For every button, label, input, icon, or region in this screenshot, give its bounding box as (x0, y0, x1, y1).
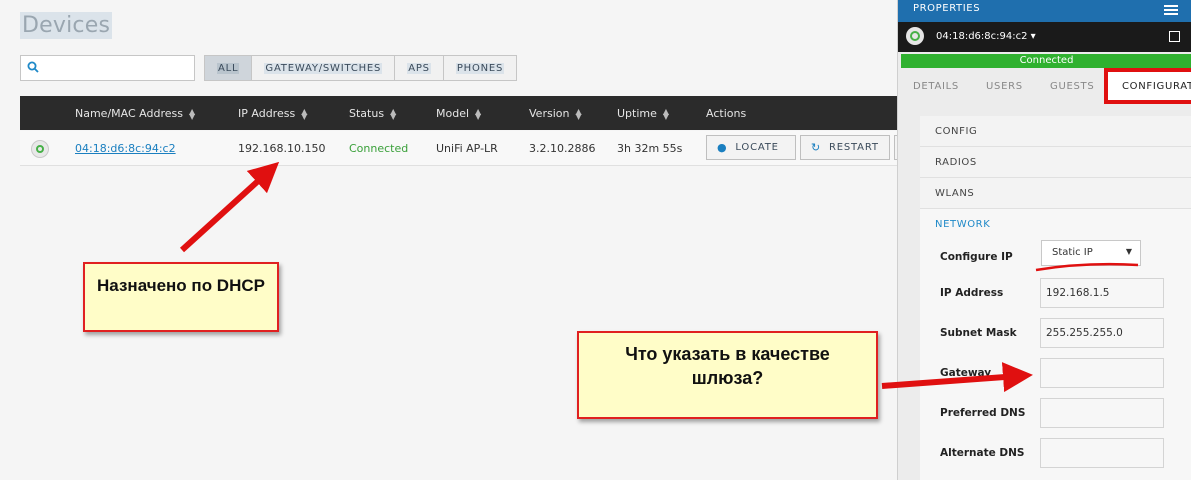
column-header-ip[interactable]: IP Address ▲ ▼ (238, 107, 308, 121)
filter-all-button[interactable]: ALL (204, 55, 253, 81)
devices-table-header: Name/MAC Address ▲ ▼ IP Address ▲ ▼ Status ▲ ▼… (20, 96, 897, 130)
device-version: 3.2.10.2886 (529, 142, 596, 155)
page-title: Devices (20, 12, 113, 39)
column-header-version[interactable]: Version ▲ ▼ (529, 107, 582, 121)
configure-ip-label: Configure IP (940, 251, 1013, 263)
gateway-row: Gateway (940, 358, 1191, 388)
gateway-field[interactable] (1040, 358, 1164, 388)
ip-address-field[interactable]: 192.168.1.5 (1040, 278, 1164, 308)
configure-ip-select[interactable]: Static IP ▼ (1041, 240, 1141, 266)
unifi-devices-page: Devices ALL GATEWAY/SWITCHES APS PHONES … (0, 0, 1191, 480)
menu-icon[interactable] (1164, 5, 1178, 15)
tab-users[interactable]: USERS (986, 81, 1023, 92)
panel-title: PROPERTIES (913, 3, 981, 14)
sort-icon: ▲ ▼ (575, 107, 582, 121)
section-network[interactable]: NETWORK (920, 209, 1191, 240)
preferred-dns-field[interactable] (1040, 398, 1164, 428)
tab-guests[interactable]: GUESTS (1050, 81, 1094, 92)
locate-icon: ● (717, 141, 728, 154)
column-label: IP Address (238, 107, 296, 120)
locate-button[interactable]: ● LOCATE (706, 135, 796, 160)
sort-icon: ▲ ▼ (662, 107, 670, 121)
alternate-dns-row: Alternate DNS (940, 438, 1191, 468)
panel-device-bar: 04:18:d6:8c:94:c2 ▾ (898, 22, 1191, 52)
panel-header: PROPERTIES (898, 0, 1191, 22)
status-connected-icon (906, 27, 924, 45)
alternate-dns-label: Alternate DNS (940, 447, 1025, 459)
filter-label: APS (407, 62, 431, 74)
ip-address-row: IP Address 192.168.1.5 (940, 278, 1191, 308)
column-header-status[interactable]: Status ▲ ▼ (349, 107, 397, 121)
tab-configuration[interactable]: CONFIGURATIO (1104, 68, 1191, 104)
column-label: Name/MAC Address (75, 107, 183, 120)
device-mac-link[interactable]: 04:18:d6:8c:94:c2 (75, 142, 176, 155)
filter-label: ALL (217, 62, 240, 74)
column-header-uptime[interactable]: Uptime ▲ ▼ (617, 107, 670, 121)
column-header-name[interactable]: Name/MAC Address ▲ ▼ (75, 107, 196, 121)
device-status: Connected (349, 142, 409, 155)
status-connected-icon (31, 140, 49, 158)
connection-status-bar: Connected (901, 54, 1191, 68)
device-selector[interactable]: 04:18:d6:8c:94:c2 ▾ (936, 31, 1036, 42)
device-model: UniFi AP-LR (436, 142, 498, 155)
device-ip: 192.168.10.150 (238, 142, 326, 155)
annotation-gateway-note: Что указать в качестве шлюза? (577, 331, 878, 419)
restart-icon: ↻ (811, 141, 822, 154)
configure-ip-value: Static IP (1052, 247, 1093, 258)
tab-details[interactable]: DETAILS (913, 81, 959, 92)
restart-label: RESTART (829, 142, 879, 153)
properties-panel: PROPERTIES 04:18:d6:8c:94:c2 ▾ Connected… (897, 0, 1191, 480)
section-config[interactable]: CONFIG (920, 116, 1191, 147)
annotation-dhcp-note: Назначено по DHCP (83, 262, 279, 332)
alternate-dns-field[interactable] (1040, 438, 1164, 468)
filter-label: GATEWAY/SWITCHES (264, 62, 383, 74)
restart-button[interactable]: ↻ RESTART (800, 135, 890, 160)
preferred-dns-row: Preferred DNS (940, 398, 1191, 428)
subnet-mask-label: Subnet Mask (940, 327, 1017, 339)
filter-label: PHONES (455, 62, 505, 74)
dhcp-arrow (179, 161, 280, 253)
configuration-body: CONFIG RADIOS WLANS NETWORK Configure IP… (920, 116, 1191, 480)
ip-address-label: IP Address (940, 287, 1004, 299)
sort-icon: ▲ ▼ (301, 107, 308, 121)
preferred-dns-label: Preferred DNS (940, 407, 1026, 419)
device-mac: 04:18:d6:8c:94:c2 (936, 31, 1028, 42)
section-radios[interactable]: RADIOS (920, 147, 1191, 178)
subnet-mask-row: Subnet Mask 255.255.255.0 (940, 318, 1191, 348)
column-header-model[interactable]: Model ▲ ▼ (436, 107, 482, 121)
popout-icon[interactable] (1169, 31, 1180, 42)
configure-ip-row: Configure IP Static IP ▼ (940, 240, 1191, 272)
locate-label: LOCATE (735, 142, 779, 153)
column-label: Status (349, 107, 385, 120)
section-wlans[interactable]: WLANS (920, 178, 1191, 209)
dropdown-caret-icon: ▼ (1125, 247, 1132, 256)
column-label: Model (436, 107, 470, 120)
device-uptime: 3h 32m 55s (617, 142, 683, 155)
table-row[interactable]: 04:18:d6:8c:94:c2 192.168.10.150 Connect… (20, 131, 904, 166)
panel-tabs: DETAILS USERS GUESTS CONFIGURATIO (898, 68, 1191, 104)
sort-icon: ▲ ▼ (390, 107, 397, 121)
filter-aps-button[interactable]: APS (394, 55, 444, 81)
subnet-mask-field[interactable]: 255.255.255.0 (1040, 318, 1164, 348)
gateway-label: Gateway (940, 367, 992, 379)
column-label: Uptime (617, 107, 657, 120)
column-label: Version (529, 107, 570, 120)
column-header-actions: Actions (706, 107, 747, 120)
search-icon (27, 61, 39, 73)
filter-phones-button[interactable]: PHONES (442, 55, 518, 81)
sort-icon: ▲ ▼ (475, 107, 482, 121)
sort-icon: ▲ ▼ (188, 107, 196, 121)
filter-gateway-switches-button[interactable]: GATEWAY/SWITCHES (251, 55, 396, 81)
device-filter-group: ALL GATEWAY/SWITCHES APS PHONES (204, 55, 518, 81)
search-input[interactable] (20, 55, 195, 81)
dropdown-caret-icon: ▾ (1030, 31, 1036, 42)
